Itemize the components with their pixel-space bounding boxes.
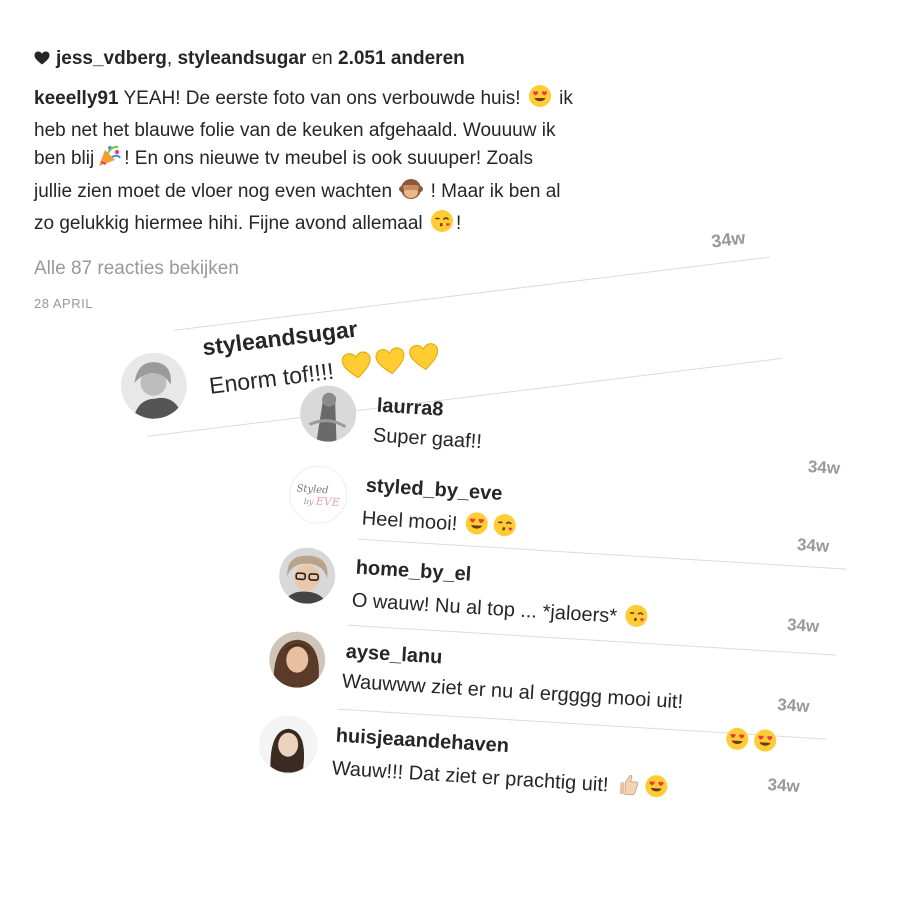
comment-username[interactable]: ayse_lanu (345, 641, 443, 670)
comment-timestamp: 34w (786, 615, 820, 636)
heart-eyes-emoji-icon (724, 726, 750, 756)
caption-timestamp: 34w (710, 227, 747, 252)
comment-username[interactable]: home_by_el (355, 557, 472, 587)
avatar[interactable] (277, 546, 337, 606)
comment-username[interactable]: huisjeaandehaven (335, 725, 509, 759)
avatar[interactable] (298, 384, 358, 444)
party-popper-emoji-icon (96, 144, 122, 177)
likes-count-link[interactable]: 2.051 anderen (338, 48, 465, 69)
heart-eyes-emoji-icon (464, 511, 490, 542)
avatar[interactable]: Styled by EVE (287, 464, 349, 526)
caption-username[interactable]: keeelly91 (34, 88, 119, 109)
thumbs-up-emoji-icon (615, 772, 641, 803)
svg-text:EVE: EVE (314, 495, 340, 510)
comment-text: Super gaaf!! (372, 424, 483, 454)
kissing-heart-emoji-icon (492, 512, 518, 543)
yellow-heart-emoji-icon (340, 350, 374, 387)
heart-eyes-emoji-icon (528, 84, 552, 117)
comment-timestamp: 34w (767, 775, 801, 797)
heart-eyes-emoji-icon (643, 774, 669, 805)
liker-link[interactable]: jess_vdberg (56, 48, 167, 69)
divider (174, 256, 770, 331)
post-date: 28 APRIL (34, 296, 93, 311)
heart-icon (34, 49, 50, 65)
comment-timestamp: 34w (776, 695, 811, 716)
comment-text: Wauw!!! Dat ziet er prachtig uit! (331, 754, 671, 805)
comment-timestamp: 34w (807, 457, 841, 478)
kissing-heart-emoji-icon (624, 603, 650, 634)
heart-eyes-emoji-icon (752, 728, 778, 758)
avatar[interactable] (267, 630, 327, 690)
comment-timestamp: 34w (796, 535, 830, 556)
liker-link[interactable]: styleandsugar (177, 48, 306, 69)
comment-username[interactable]: laurra8 (376, 395, 444, 422)
avatar[interactable] (117, 348, 191, 423)
comment-username[interactable]: styled_by_eve (365, 475, 503, 506)
avatar[interactable] (257, 714, 319, 776)
comment-text: Wauwww ziet er nu al ergggg mooi uit! (341, 670, 684, 714)
comment-text: Heel mooi! (361, 504, 520, 544)
yellow-heart-emoji-icon (407, 342, 441, 379)
ayse-lanu-emojis (722, 726, 780, 758)
yellow-heart-emoji-icon (374, 346, 408, 383)
svg-text:by: by (303, 497, 314, 507)
likes-line: jess_vdberg, styleandsugar en 2.051 ande… (34, 48, 465, 70)
